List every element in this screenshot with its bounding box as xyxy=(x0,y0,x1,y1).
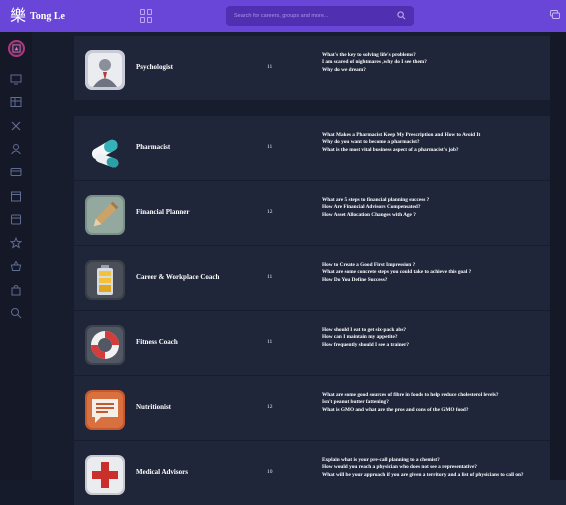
user-icon[interactable] xyxy=(10,142,22,155)
monitor-icon[interactable] xyxy=(10,72,22,85)
tools-icon[interactable] xyxy=(10,119,22,131)
question-link[interactable]: Explain what is your pre-call planning t… xyxy=(322,457,440,463)
question-count: 11 xyxy=(267,64,273,70)
question-link[interactable]: Why do you want to become a pharmacist? xyxy=(322,139,420,145)
career-row[interactable]: Career & Workplace Coach 11 How to Create … xyxy=(74,246,566,310)
pencil-icon[interactable] xyxy=(85,195,125,235)
messages-icon[interactable] xyxy=(550,10,560,20)
question-count: 12 xyxy=(267,404,273,410)
question-link[interactable]: What are 5 steps to financial planning s… xyxy=(322,197,429,203)
apps-grid-icon[interactable] xyxy=(140,9,154,23)
top-bar: 樂 Tong Le xyxy=(0,0,566,32)
question-link[interactable]: How should I eat to get six-pack abs? xyxy=(322,327,406,333)
career-title[interactable]: Nutritionist xyxy=(136,403,171,411)
question-link[interactable]: How would you reach a physician who does… xyxy=(322,464,477,470)
question-link[interactable]: How Are Financial Advisors Compensated? xyxy=(322,204,421,210)
calendar-alt-icon[interactable] xyxy=(10,212,22,225)
search-input[interactable] xyxy=(234,13,394,19)
question-link[interactable]: What is GMO and what are the pros and co… xyxy=(322,407,469,413)
career-row[interactable]: Nutritionist 12 What are some good sources… xyxy=(74,376,566,440)
avatar[interactable] xyxy=(8,40,25,57)
battery-icon[interactable] xyxy=(85,260,125,300)
career-title[interactable]: Psychologist xyxy=(136,63,173,71)
search-icon[interactable] xyxy=(397,11,406,20)
question-link[interactable]: I am scared of nightmares ,why do I see … xyxy=(322,59,427,65)
search-bar xyxy=(226,6,414,26)
bag-icon[interactable] xyxy=(10,283,22,296)
medical-cross-icon[interactable] xyxy=(85,455,125,495)
psychologist-icon[interactable] xyxy=(85,50,125,90)
question-link[interactable]: What are some concrete steps you could t… xyxy=(322,269,471,275)
sidebar xyxy=(0,32,32,480)
question-count: 11 xyxy=(267,274,273,280)
star-icon[interactable] xyxy=(9,236,23,249)
question-link[interactable]: How Asset Allocation Changes with Age ? xyxy=(322,212,416,218)
career-title[interactable]: Pharmacist xyxy=(136,143,170,151)
question-link[interactable]: Isn't peanut butter fattening? xyxy=(322,399,389,405)
career-row[interactable]: Pharmacist 11 What Makes a Pharmacist Keep… xyxy=(74,116,566,180)
main-content: Psychologist 11 What's the key to solving … xyxy=(32,32,566,505)
career-row[interactable]: Fitness Coach 11 How should I eat to get s… xyxy=(74,311,566,375)
question-count: 10 xyxy=(267,469,273,475)
question-link[interactable]: How can I maintain my appetite? xyxy=(322,334,397,340)
scroll-track[interactable] xyxy=(550,32,566,480)
avatar-glyph-icon xyxy=(12,44,21,53)
calendar-icon[interactable] xyxy=(10,189,22,202)
career-row[interactable]: Financial Planner 12 What are 5 steps to f… xyxy=(74,181,566,245)
career-title[interactable]: Fitness Coach xyxy=(136,338,178,346)
chat-bubble-icon[interactable] xyxy=(85,390,125,430)
question-count: 11 xyxy=(267,144,273,150)
career-row[interactable]: Psychologist 11 What's the key to solving … xyxy=(74,36,566,100)
lifebuoy-icon[interactable] xyxy=(85,325,125,365)
career-row[interactable]: Medical Advisors 10 Explain what is your p… xyxy=(74,441,566,505)
question-link[interactable]: What are some good sources of fibre in f… xyxy=(322,392,499,398)
brand-logo: 樂 xyxy=(10,6,27,25)
question-link[interactable]: How frequently should I see a trainer? xyxy=(322,342,409,348)
question-link[interactable]: What is the most vital business aspect o… xyxy=(322,147,459,153)
question-link[interactable]: What's the key to solving life's problem… xyxy=(322,52,416,58)
question-link[interactable]: What will be your approach if you are gi… xyxy=(322,472,524,478)
brand[interactable]: 樂 Tong Le xyxy=(0,0,130,32)
career-title[interactable]: Financial Planner xyxy=(136,208,189,216)
question-count: 12 xyxy=(267,209,273,215)
question-link[interactable]: Why do we dream? xyxy=(322,67,366,73)
career-title[interactable]: Medical Advisors xyxy=(136,468,188,476)
card-icon[interactable] xyxy=(10,165,22,177)
career-title[interactable]: Career & Workplace Coach xyxy=(136,273,219,281)
question-count: 11 xyxy=(267,339,273,345)
search-icon[interactable] xyxy=(10,306,22,319)
table-icon[interactable] xyxy=(10,95,22,107)
pills-icon[interactable] xyxy=(85,130,125,170)
basket-icon[interactable] xyxy=(10,259,22,271)
question-link[interactable]: What Makes a Pharmacist Keep My Prescrip… xyxy=(322,132,480,138)
brand-name: Tong Le xyxy=(30,10,65,22)
question-link[interactable]: How Do You Define Success? xyxy=(322,277,387,283)
question-link[interactable]: How to Create a Good First Impression ? xyxy=(322,262,415,268)
